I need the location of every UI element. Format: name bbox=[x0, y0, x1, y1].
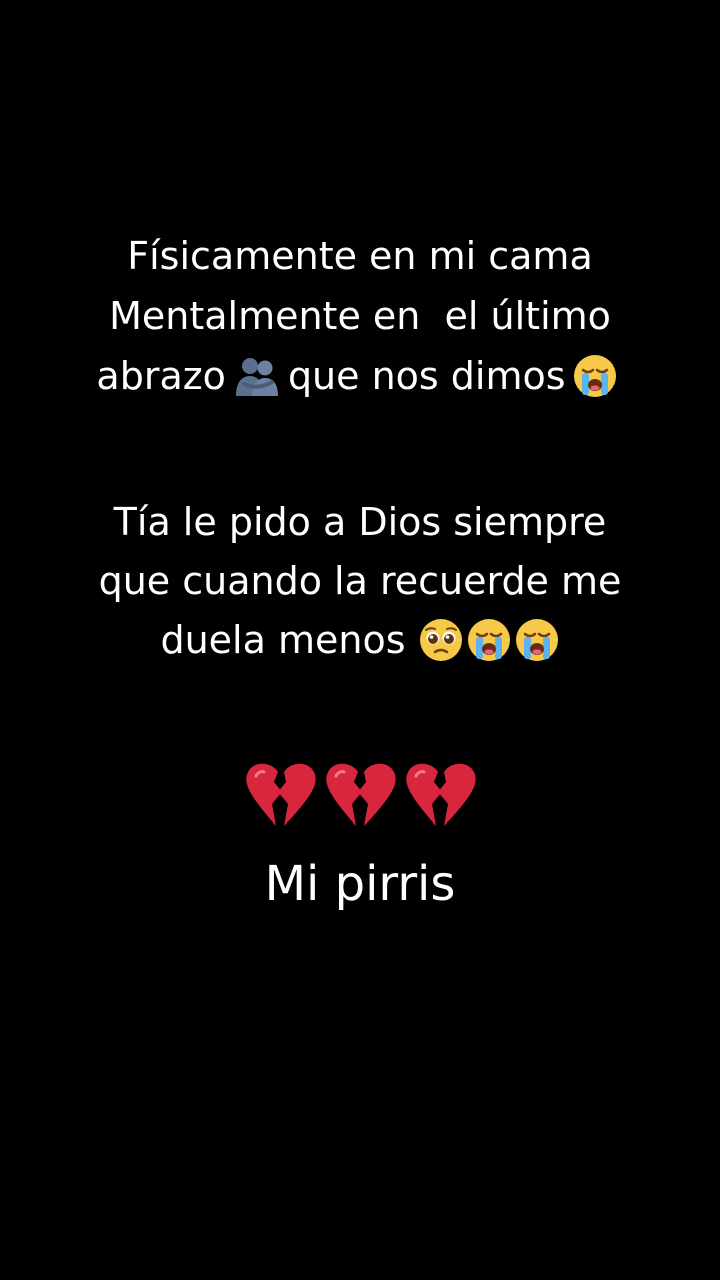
stanza2-line2-text: que cuando la recuerde me bbox=[98, 559, 622, 603]
loudly-crying-face-icon bbox=[572, 353, 618, 399]
stanza1-line2-text: Mentalmente en el último bbox=[109, 294, 611, 338]
people-hugging-icon bbox=[232, 354, 282, 398]
stanza1-line2: Mentalmente en el último bbox=[0, 286, 720, 346]
stanza1-line1: Físicamente en mi cama bbox=[0, 226, 720, 286]
stanza2-line2: que cuando la recuerde me bbox=[0, 551, 720, 611]
pleading-face-icon bbox=[418, 617, 464, 663]
stanza2-line1: Tía le pido a Dios siempre bbox=[0, 492, 720, 552]
loudly-crying-face-icon bbox=[466, 617, 512, 663]
stanza1-line3: abrazo que nos dimos bbox=[0, 346, 720, 406]
stanza2-line3: duela menos bbox=[0, 610, 720, 670]
stanza2-line3-text: duela menos bbox=[160, 618, 406, 662]
broken-heart-icon bbox=[242, 760, 318, 836]
broken-hearts-row bbox=[0, 760, 720, 836]
stanza1-line3-middle-text: que nos dimos bbox=[287, 354, 566, 398]
stanza2-line1-text: Tía le pido a Dios siempre bbox=[113, 500, 607, 544]
stanza1-line1-text: Físicamente en mi cama bbox=[127, 234, 593, 278]
loudly-crying-face-icon bbox=[514, 617, 560, 663]
signature-text: Mi pirris bbox=[264, 856, 456, 912]
stanza1-line3-before-text: abrazo bbox=[96, 354, 226, 398]
broken-heart-icon bbox=[322, 760, 398, 836]
story-screen: Físicamente en mi cama Mentalmente en el… bbox=[0, 0, 720, 1280]
broken-heart-icon bbox=[402, 760, 478, 836]
